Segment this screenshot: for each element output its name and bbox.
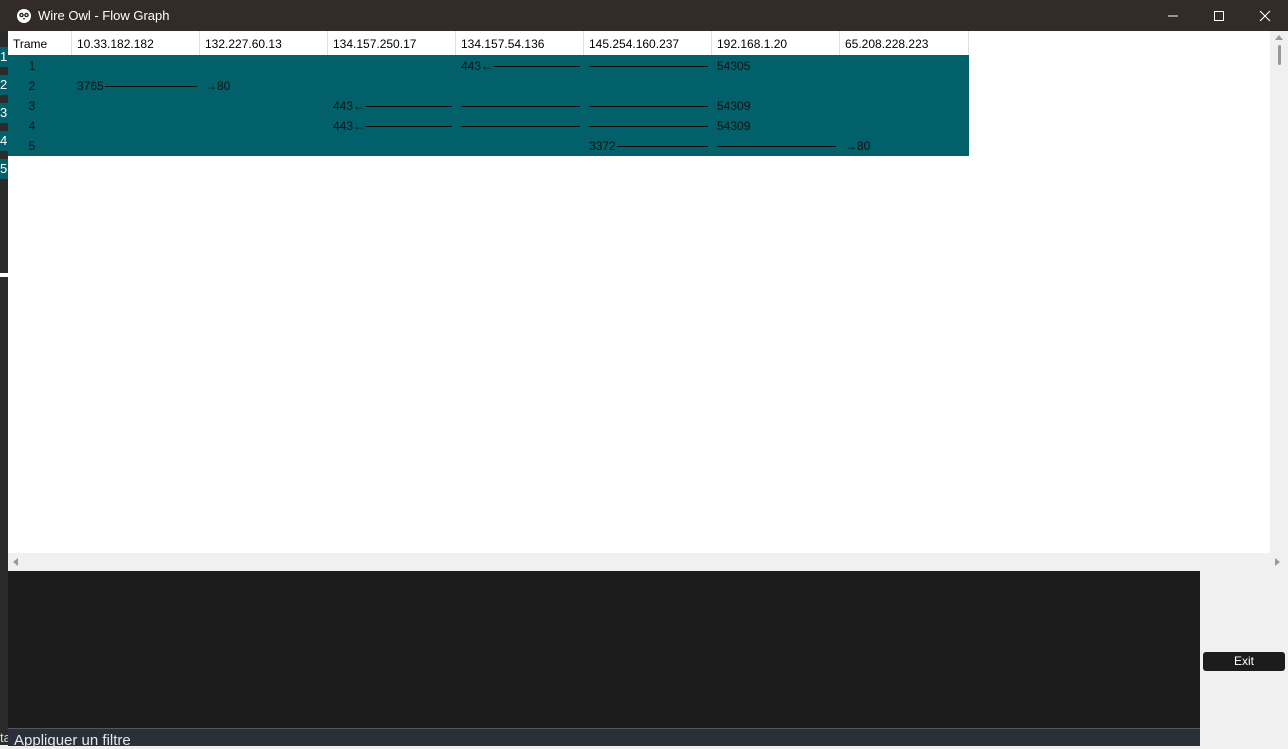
strip-item: 4 — [0, 131, 8, 151]
flow-arrow-line — [589, 66, 708, 67]
column-header-host[interactable]: 132.227.60.13 — [200, 31, 328, 55]
background-window-strip: 4 1 2 3 4 5 — [0, 31, 8, 745]
maximize-button[interactable] — [1196, 0, 1242, 31]
filter-input[interactable]: Appliquer un filtre — [14, 732, 131, 749]
frame-number: 5 — [28, 139, 36, 153]
flow-row[interactable]: 1 443← 54305 — [8, 55, 969, 75]
packet-detail-panel — [8, 571, 1200, 728]
flow-row[interactable]: 3 443← 54309 — [8, 95, 969, 115]
strip-item: 2 — [0, 75, 8, 95]
column-header-host[interactable]: 65.208.228.223 — [840, 31, 969, 55]
flow-arrow-line — [365, 106, 452, 107]
column-header-host[interactable]: 10.33.182.182 — [72, 31, 200, 55]
scroll-left-arrow-icon[interactable] — [13, 558, 18, 566]
flow-dst-label: 443← — [461, 59, 494, 73]
flow-arrow-line — [105, 86, 197, 87]
owl-app-icon — [16, 8, 32, 24]
flow-row[interactable]: 2 3765 →80 — [8, 75, 969, 95]
frame-number: 1 — [28, 59, 36, 73]
flow-dst-label: →80 — [205, 79, 231, 93]
flow-arrow-line — [493, 66, 580, 67]
frame-number: 2 — [28, 79, 36, 93]
flow-dst-label: 443← — [333, 119, 366, 133]
strip-item: 5 — [0, 159, 8, 179]
vertical-scrollbar[interactable] — [1270, 31, 1288, 553]
close-button[interactable] — [1242, 0, 1288, 31]
strip-item: 1 — [0, 47, 8, 67]
flow-arrow-line — [461, 126, 580, 127]
scroll-up-arrow-icon[interactable] — [1275, 35, 1283, 40]
background-window-text: ta — [0, 730, 8, 745]
column-header-host[interactable]: 134.157.250.17 — [328, 31, 456, 55]
filter-bar[interactable]: Appliquer un filtre — [8, 728, 1200, 749]
horizontal-scrollbar[interactable] — [8, 553, 1288, 571]
frame-number: 3 — [28, 99, 36, 113]
flow-src-port: 54309 — [717, 99, 751, 113]
flow-src-port: 3372 — [589, 139, 616, 153]
close-icon — [1259, 10, 1271, 21]
flow-arrow-line — [617, 146, 708, 147]
exit-button[interactable]: Exit — [1203, 652, 1285, 671]
flow-graph-header: Trame 10.33.182.182 132.227.60.13 134.15… — [8, 31, 969, 55]
flow-src-port: 54305 — [717, 59, 751, 73]
title-bar: Wire Owl - Flow Graph — [0, 0, 1288, 31]
scroll-right-arrow-icon[interactable] — [1275, 558, 1280, 566]
flow-arrow-line — [365, 126, 452, 127]
vertical-scroll-thumb[interactable] — [1278, 45, 1281, 65]
flow-arrow-line — [717, 146, 836, 147]
maximize-icon — [1214, 10, 1224, 21]
flow-rows: 1 443← 54305 2 3765 →80 3 443← 54309 4 4… — [8, 55, 969, 156]
flow-arrow-line — [589, 106, 708, 107]
minimize-button[interactable] — [1150, 0, 1196, 31]
column-header-frame[interactable]: Trame — [8, 31, 72, 55]
column-header-host[interactable]: 134.157.54.136 — [456, 31, 584, 55]
flow-arrow-line — [589, 126, 708, 127]
flow-dst-label: →80 — [845, 139, 871, 153]
column-header-host[interactable]: 192.168.1.20 — [712, 31, 840, 55]
flow-src-port: 54309 — [717, 119, 751, 133]
flow-graph-panel[interactable]: Trame 10.33.182.182 132.227.60.13 134.15… — [8, 31, 1270, 553]
flow-arrow-line — [461, 106, 580, 107]
minimize-icon — [1168, 15, 1178, 16]
frame-number: 4 — [28, 119, 36, 133]
flow-src-port: 3765 — [77, 79, 104, 93]
flow-row[interactable]: 4 443← 54309 — [8, 115, 969, 135]
flow-dst-label: 443← — [333, 99, 366, 113]
flow-row[interactable]: 5 3372 →80 — [8, 135, 969, 155]
window-title: Wire Owl - Flow Graph — [38, 8, 170, 23]
column-header-host[interactable]: 145.254.160.237 — [584, 31, 712, 55]
strip-divider — [0, 273, 8, 277]
strip-item: 3 — [0, 103, 8, 123]
